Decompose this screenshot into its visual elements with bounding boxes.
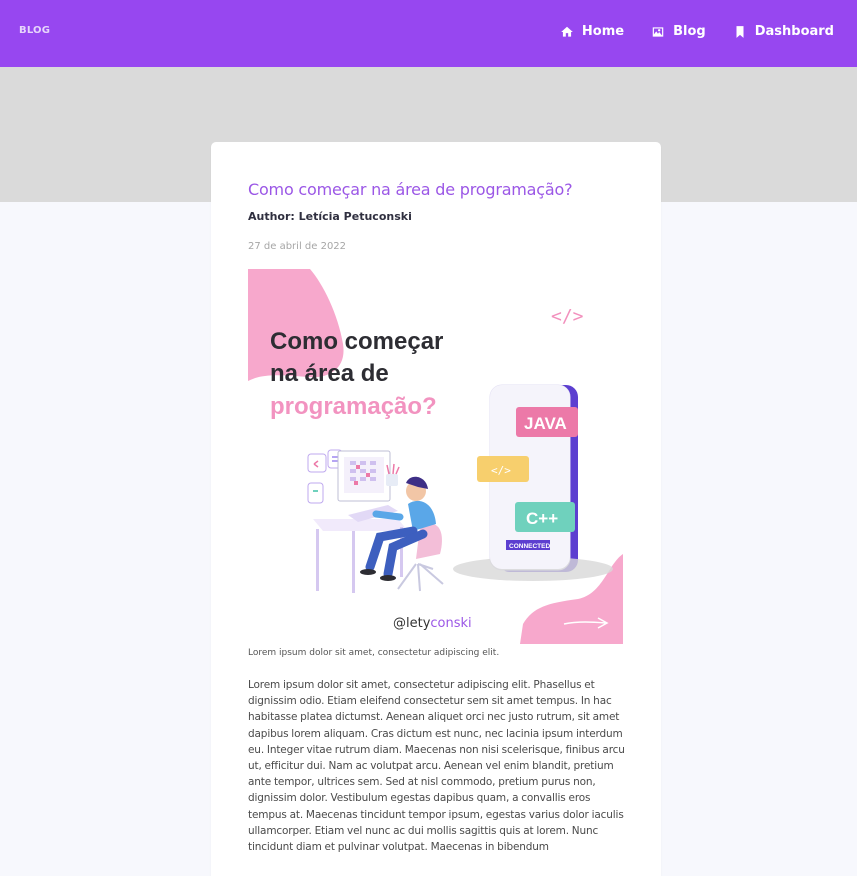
image-icon [652,26,664,37]
code-badge-label: </> [491,464,511,477]
post-author: Author: Letícia Petuconski [248,210,412,223]
java-badge-label: JAVA [524,414,567,433]
nav-blog-link[interactable]: Blog [651,24,706,39]
nav-home-label: Home [581,24,625,39]
brand-logo[interactable]: BLOG [19,25,50,36]
nav-links: Home Blog Dashboard [560,24,834,39]
home-icon [561,26,573,37]
author-handle: @letyconski [393,616,472,631]
post-card: Como começar na área de programação? Aut… [211,142,661,876]
nav-home-link[interactable]: Home [560,24,624,39]
nav-dashboard-link[interactable]: Dashboard [733,24,834,39]
cover-heading-line2: na área de [270,360,389,387]
nav-dashboard-label: Dashboard [754,24,834,39]
code-tag-icon: </> [551,306,584,327]
navbar: BLOG Home Blog Dashboard [0,0,857,67]
cpp-badge-label: C++ [526,509,558,528]
post-body: Lorem ipsum dolor sit amet, consectetur … [248,679,625,854]
connected-label: CONNECTED [509,543,550,550]
cover-heading-line3: programação? [270,393,437,420]
nav-blog-label: Blog [673,24,706,39]
image-caption: Lorem ipsum dolor sit amet, consectetur … [248,648,500,658]
cover-heading-line1: Como começar [270,328,443,355]
post-cover-image: </> Como começar na área de programação?… [248,269,623,644]
post-title[interactable]: Como começar na área de programação? [248,180,628,199]
post-date: 27 de abril de 2022 [248,241,347,252]
bookmark-icon [736,25,744,38]
